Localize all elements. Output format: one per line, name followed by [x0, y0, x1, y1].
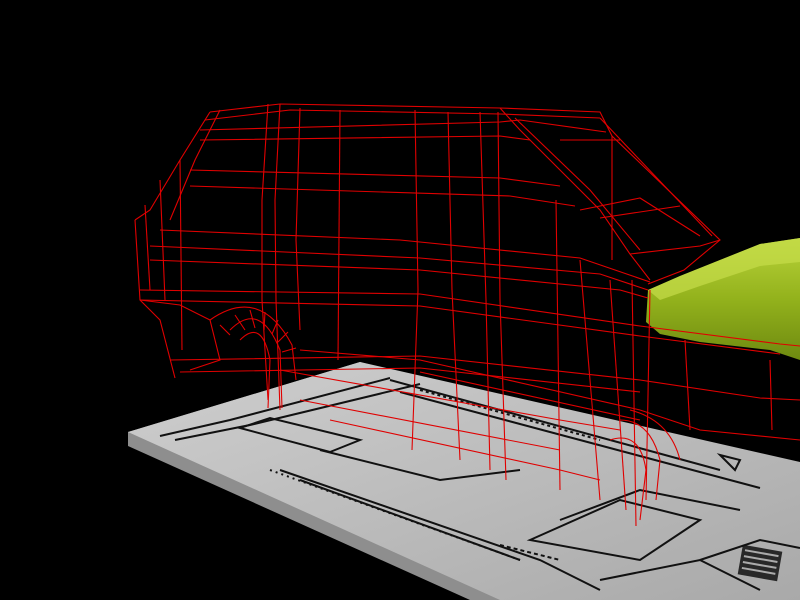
shaded-hood-panel[interactable]: [646, 238, 800, 360]
3d-viewport[interactable]: [0, 0, 800, 600]
blueprint-plane[interactable]: [128, 362, 800, 600]
viewport-canvas[interactable]: [0, 0, 800, 600]
